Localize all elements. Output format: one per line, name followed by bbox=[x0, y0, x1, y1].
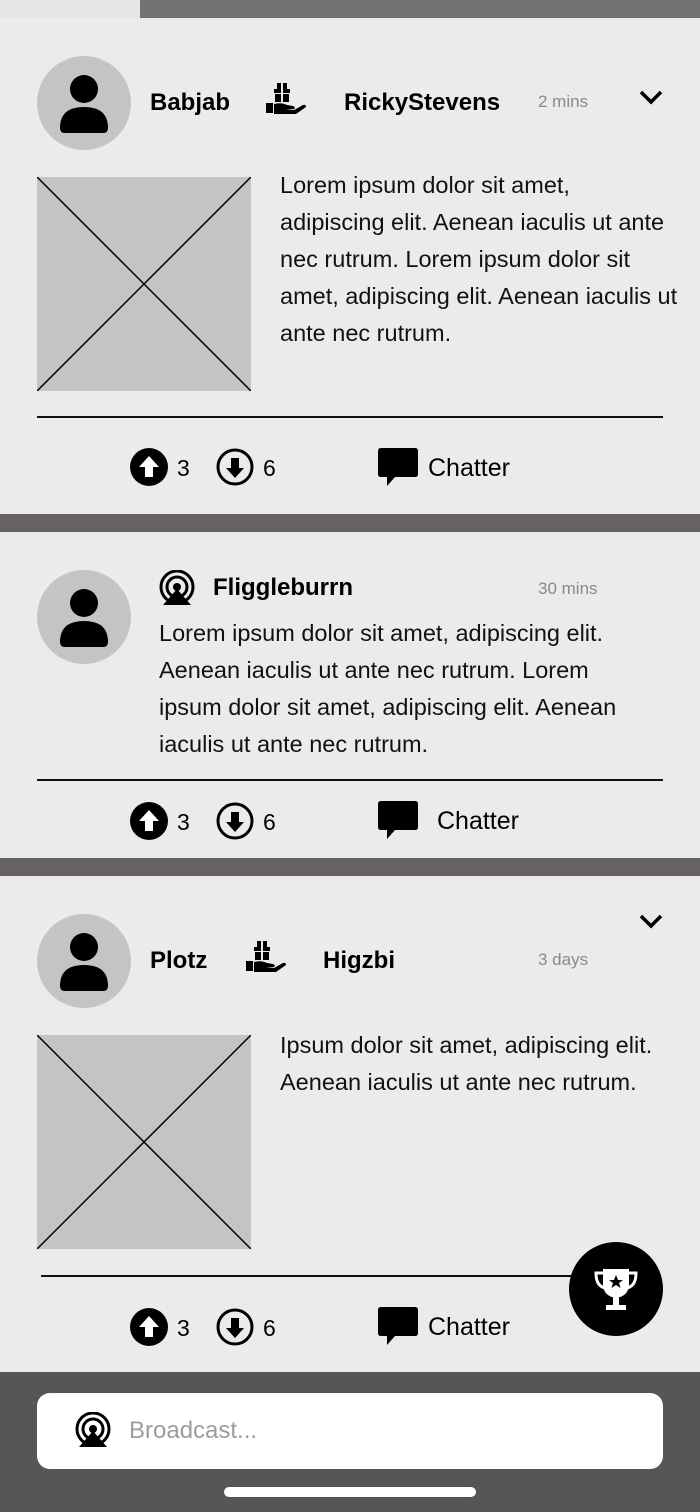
home-indicator[interactable] bbox=[224, 1487, 476, 1497]
arrow-up-circle-icon[interactable] bbox=[130, 1308, 168, 1346]
arrow-down-circle-icon[interactable] bbox=[216, 802, 254, 840]
broadcast-icon bbox=[75, 1412, 111, 1447]
chevron-down-icon[interactable] bbox=[639, 89, 663, 105]
chatter-button[interactable]: Chatter bbox=[428, 453, 510, 483]
upvote-count: 3 bbox=[177, 1315, 190, 1341]
arrow-down-circle-icon[interactable] bbox=[216, 448, 254, 486]
arrow-up-circle-icon[interactable] bbox=[130, 802, 168, 840]
broadcast-input[interactable]: Broadcast... bbox=[37, 1393, 663, 1469]
arrow-up-circle-icon[interactable] bbox=[130, 448, 168, 486]
recipient-name[interactable]: RickyStevens bbox=[344, 89, 500, 117]
chat-bubble-icon[interactable] bbox=[378, 1306, 418, 1346]
user-avatar-icon bbox=[60, 75, 108, 133]
upvote-count: 3 bbox=[177, 809, 190, 835]
post-time: 3 days bbox=[538, 950, 589, 969]
chatter-button[interactable]: Chatter bbox=[437, 806, 519, 836]
broadcast-placeholder[interactable]: Broadcast... bbox=[129, 1417, 257, 1445]
avatar[interactable] bbox=[37, 914, 131, 1008]
arrow-down-circle-icon[interactable] bbox=[216, 1308, 254, 1346]
post-card: Babjab RickyStevens 2 mins Lorem ipsum d… bbox=[0, 18, 700, 514]
post-card: Fliggleburrn 30 mins Lorem ipsum dolor s… bbox=[0, 532, 700, 858]
post-text: Lorem ipsum dolor sit amet, adipiscing e… bbox=[159, 620, 617, 757]
chat-bubble-icon[interactable] bbox=[378, 800, 418, 840]
downvote-count: 6 bbox=[263, 1315, 276, 1341]
placeholder-cross-icon bbox=[36, 176, 252, 392]
sender-name[interactable]: Plotz bbox=[150, 947, 207, 975]
gift-hand-icon bbox=[246, 941, 286, 972]
author-name[interactable]: Fliggleburrn bbox=[213, 574, 353, 602]
avatar[interactable] bbox=[37, 56, 131, 150]
avatar[interactable] bbox=[37, 570, 131, 664]
top-tab-bar bbox=[0, 0, 700, 18]
post-text: Lorem ipsum dolor sit amet, adipiscing e… bbox=[280, 172, 678, 346]
chat-bubble-icon[interactable] bbox=[378, 447, 418, 487]
post-time: 2 mins bbox=[538, 92, 589, 111]
recipient-name[interactable]: Higzbi bbox=[323, 947, 395, 975]
image-placeholder[interactable] bbox=[36, 1034, 252, 1250]
trophy-icon bbox=[594, 1269, 638, 1310]
chatter-button[interactable]: Chatter bbox=[428, 1312, 510, 1342]
divider bbox=[37, 416, 663, 418]
leaderboard-fab[interactable] bbox=[569, 1242, 663, 1336]
downvote-count: 6 bbox=[263, 809, 276, 835]
downvote-count: 6 bbox=[263, 455, 276, 481]
divider bbox=[37, 779, 663, 781]
user-avatar-icon bbox=[60, 933, 108, 991]
sender-name[interactable]: Babjab bbox=[150, 89, 230, 117]
placeholder-cross-icon bbox=[36, 1034, 252, 1250]
broadcast-icon bbox=[159, 570, 195, 605]
bottom-bar: Broadcast... bbox=[0, 1372, 700, 1512]
gift-hand-icon bbox=[266, 83, 306, 114]
post-time: 30 mins bbox=[538, 579, 598, 598]
post-text: Ipsum dolor sit amet, adipiscing elit. A… bbox=[280, 1032, 653, 1095]
divider bbox=[41, 1275, 581, 1277]
image-placeholder[interactable] bbox=[36, 176, 252, 392]
upvote-count: 3 bbox=[177, 455, 190, 481]
active-tab-indicator[interactable] bbox=[0, 0, 140, 18]
user-avatar-icon bbox=[60, 589, 108, 647]
chevron-down-icon[interactable] bbox=[639, 913, 663, 929]
